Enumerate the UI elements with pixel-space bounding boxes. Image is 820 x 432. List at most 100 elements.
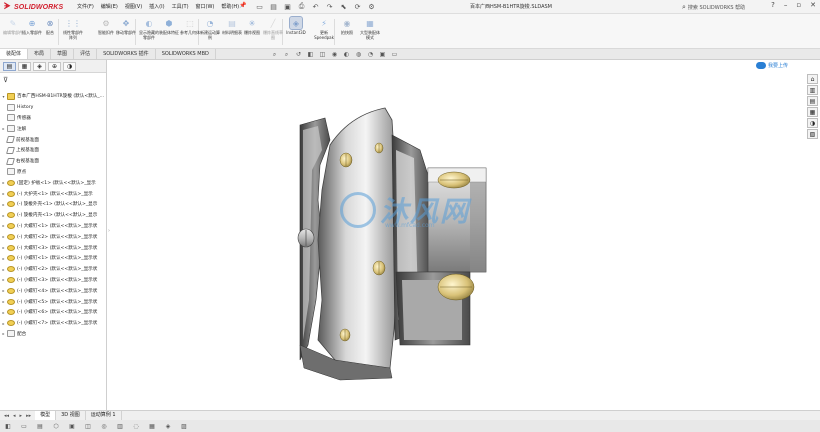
tree-item[interactable]: ▸ (-) 小螺钉<5> (默认<<默认>_显示状 [0,296,107,307]
ribbon-button-7[interactable]: ⬢ 装配体特征 [159,17,179,36]
expand-arrow-icon[interactable]: ▸ [0,267,7,272]
panel-collapse-icon[interactable]: › [108,228,110,234]
view-orientation-icon[interactable]: ◫ [318,51,327,59]
status-icon-10[interactable]: ▦ [148,422,156,430]
dimxpert-icon[interactable]: ⊕ [48,62,61,71]
cm-tab-4[interactable]: SOLIDWORKS 插件 [97,49,156,59]
ribbon-button-5[interactable]: ✥ 移动零部件 [116,17,136,36]
minimize-icon[interactable]: – [784,1,788,9]
menu-item-4[interactable]: 工具(T) [172,3,189,10]
tree-item[interactable]: ▸ (固定) 护板<1> (默认<<默认>_显示 [0,177,107,188]
cm-tab-5[interactable]: SOLIDWORKS MBD [156,49,216,59]
status-icon-9[interactable]: ◌ [132,422,140,430]
bottom-tab-2[interactable]: 运动算例 1 [86,411,122,420]
tree-item[interactable]: ▸ (-) 大螺钉<3> (默认<<默认>_显示状 [0,242,107,253]
zoom-area-icon[interactable]: ⌕ [282,51,291,59]
help-icon[interactable]: ? [771,1,775,9]
tree-item[interactable]: ▸ (-) 小螺钉<6> (默认<<默认>_显示状 [0,307,107,318]
ribbon-button-4[interactable]: ⚙ 智能扣件 [96,17,116,36]
expand-arrow-icon[interactable]: ▸ [0,245,7,250]
ribbon-button-3[interactable]: ⋮⋮ 线性零部件阵列 [63,17,83,41]
tree-item[interactable]: ▸ (-) 旋梭外壳<1> (默认<<默认>_显示 [0,199,107,210]
solidworks-logo[interactable]: ᗘ SOLIDWORKS [4,2,63,12]
pin-icon[interactable]: 📌 [239,2,246,9]
tab-nav-arrow-icon[interactable]: ◂ [13,413,16,419]
ribbon-button-15[interactable]: ◉ 拍快照 [337,17,357,36]
expand-arrow-icon[interactable]: ▸ [0,213,7,218]
ribbon-button-11[interactable]: ✳ 爆炸视图 [242,17,262,36]
ribbon-button-6[interactable]: ◐ 显示隐藏的零部件 [139,17,159,41]
zoom-to-fit-icon[interactable]: ⌕ [270,51,279,59]
tree-item[interactable]: ▸ (-) 大护壳<1> (默认<<默认>_显示 [0,188,107,199]
design-library-icon[interactable]: ▥ [807,85,818,95]
expand-arrow-icon[interactable]: ▸ [0,223,7,228]
property-icon[interactable]: ▦ [18,62,31,71]
expand-arrow-icon[interactable]: ▸ [0,191,7,196]
expand-arrow-icon[interactable]: ▸ [0,321,7,326]
help-search[interactable]: ⌕ 搜索 SOLIDWORKS 帮助 [682,2,762,12]
tree-item[interactable]: ▸ (-) 小螺钉<2> (默认<<默认>_显示状 [0,264,107,275]
monitor-icon[interactable]: ▭ [390,51,399,59]
apply-scene-icon[interactable]: ◔ [366,51,375,59]
expand-arrow-icon[interactable]: ▸ [0,202,7,207]
expand-arrow-icon[interactable]: ▸ [0,180,7,185]
edit-appearance-icon[interactable]: ◍ [354,51,363,59]
print-icon[interactable]: ⎙ [296,2,307,11]
ribbon-button-14[interactable]: ⚡ 更新Speedpak [314,17,334,41]
config-icon[interactable]: ◈ [33,62,46,71]
cm-tab-0[interactable]: 装配体 [0,49,29,59]
file-explorer-icon[interactable]: ▤ [807,96,818,106]
tab-nav-arrow-icon[interactable]: ▸ [20,413,23,419]
upload-button[interactable]: 我要上传 [756,62,788,69]
tree-item[interactable]: ▸ (-) 小螺钉<7> (默认<<默认>_显示状 [0,318,107,329]
ribbon-button-0[interactable]: ✎ 编辑零部件 [3,17,23,36]
expand-arrow-icon[interactable]: ▸ [0,299,7,304]
search-input[interactable]: 搜索 SOLIDWORKS 帮助 [688,4,745,11]
expand-arrow-icon[interactable]: ▸ [0,234,7,239]
display-icon[interactable]: ◑ [63,62,76,71]
tree-item[interactable]: ▸ (-) 大螺钉<1> (默认<<默认>_显示状 [0,221,107,232]
expand-arrow-icon[interactable]: ▸ [0,310,7,315]
tree-item[interactable]: 上视基准面 [0,145,107,156]
view-settings-icon[interactable]: ▣ [378,51,387,59]
cm-tab-3[interactable]: 评估 [74,49,98,59]
redo-icon[interactable]: ↷ [324,2,335,11]
section-view-icon[interactable]: ◧ [306,51,315,59]
display-style-icon[interactable]: ◉ [330,51,339,59]
ribbon-button-13[interactable]: ◈ Instant3D [286,16,306,35]
cm-tab-2[interactable]: 草图 [51,49,75,59]
tree-item[interactable]: 传感器 [0,113,107,124]
previous-view-icon[interactable]: ↺ [294,51,303,59]
undo-icon[interactable]: ↶ [310,2,321,11]
tree-item[interactable]: 原点 [0,167,107,178]
menu-item-1[interactable]: 编辑(E) [101,3,118,10]
expand-arrow-icon[interactable]: ▸ [0,256,7,261]
ribbon-button-9[interactable]: ◔ 新建运动算例 [200,17,220,41]
save-icon[interactable]: ▣ [282,2,293,11]
view-palette-icon[interactable]: ▦ [807,107,818,117]
status-icon-5[interactable]: ▣ [68,422,76,430]
tree-item[interactable]: ▸ (-) 小螺钉<3> (默认<<默认>_显示状 [0,275,107,286]
open-icon[interactable]: ▤ [268,2,279,11]
bottom-tab-1[interactable]: 3D 视图 [56,411,86,420]
menu-item-6[interactable]: 帮助(H) [221,3,239,10]
hide-show-icon[interactable]: ◐ [342,51,351,59]
status-icon-8[interactable]: ▥ [116,422,124,430]
expand-arrow-icon[interactable]: ▸ [0,288,7,293]
status-icon-6[interactable]: ◫ [84,422,92,430]
ribbon-button-8[interactable]: ⬚ 参考几何体 [180,17,200,36]
expand-arrow-icon[interactable]: ▸ [0,331,7,336]
ribbon-button-12[interactable]: ╱ 爆炸直线草图 [263,17,283,41]
ribbon-button-16[interactable]: ▦ 大型装配体模式 [360,17,380,41]
tree-item[interactable]: ▸ (-) 旋梭内壳<1> (默认<<默认>_显示 [0,210,107,221]
status-icon-3[interactable]: ▤ [36,422,44,430]
status-icon-7[interactable]: ◎ [100,422,108,430]
options-icon[interactable]: ⚙ [366,2,377,11]
status-icon-2[interactable]: ▭ [20,422,28,430]
tree-item[interactable]: 右视基准面 [0,156,107,167]
maximize-icon[interactable]: ▫ [796,1,801,9]
expand-arrow-icon[interactable]: ▸ [0,126,7,131]
tree-item[interactable]: ▸ 配合 [0,329,107,340]
select-icon[interactable]: ⬉ [338,2,349,11]
tab-nav-arrow-icon[interactable]: ◂◂ [4,413,9,419]
